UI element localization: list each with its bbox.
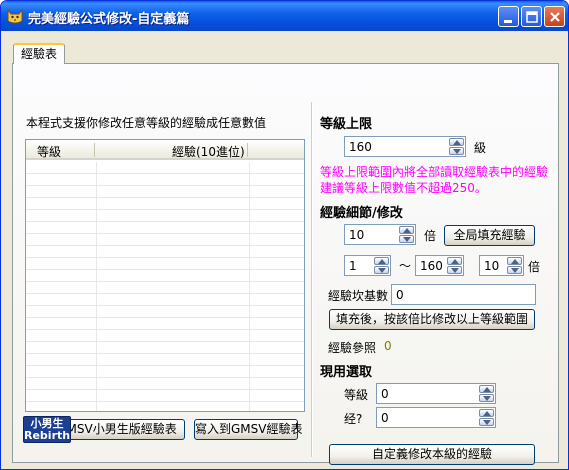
app-cat-icon [7,8,23,24]
arrow-down-icon [403,237,411,242]
client-area: 經驗表 本程式支援你修改任意等級的經驗成任意數值 等級 經驗(10進位) 檢視G… [4,31,565,467]
maximize-button[interactable] [521,6,542,27]
current-level-value: 0 [381,387,389,401]
spin-up-button[interactable] [374,257,389,265]
exp-ref-value: 0 [384,339,392,353]
exp-table[interactable]: 等級 經驗(10進位) [25,139,305,412]
range-multiplier-stepper[interactable]: 10 [479,255,524,276]
grid-line [96,162,97,411]
tab-panel: 本程式支援你修改任意等級的經驗成任意數值 等級 經驗(10進位) 檢視GMSV小… [12,63,559,465]
close-icon [550,12,560,22]
arrow-up-icon [483,387,491,392]
level-limit-heading: 等級上限 [320,117,373,132]
current-exp-stepper[interactable]: 0 [376,407,496,428]
spin-up-button[interactable] [479,385,494,393]
spin-down-button[interactable] [449,147,464,155]
spinner[interactable] [374,257,389,274]
spinner[interactable] [447,257,462,274]
arrow-up-icon [483,411,491,416]
spin-up-button[interactable] [399,226,414,234]
range-to-stepper[interactable]: 160 [415,255,464,276]
spin-up-button[interactable] [479,409,494,417]
multiplier-value: 10 [349,228,365,242]
spin-down-button[interactable] [399,235,414,243]
arrow-down-icon [511,268,519,273]
spinner[interactable] [479,409,494,426]
arrow-down-icon [378,268,386,273]
spin-down-button[interactable] [479,394,494,402]
column-header-exp[interactable]: 經驗(10進位) [172,143,245,160]
arrow-up-icon [453,140,461,145]
exp-table-header: 等級 經驗(10進位) [26,140,304,160]
description-text: 本程式支援你修改任意等級的經驗成任意數值 [26,116,267,130]
range-unit-label: 倍 [528,260,541,274]
maximize-icon [526,11,538,23]
range-from-stepper[interactable]: 1 [344,255,391,276]
logo-line-2: Rebirth [24,429,71,442]
arrow-down-icon [453,149,461,154]
level-limit-stepper[interactable]: 160 [344,136,466,157]
range-separator: ～ [399,259,412,273]
arrow-up-icon [378,259,386,264]
level-limit-note: 等級上限範圍內將全部讀取經驗表中的經驗 [320,165,549,179]
arrow-down-icon [451,268,459,273]
level-unit-label: 級 [474,141,487,155]
panel-divider [311,102,313,457]
title-bar[interactable]: 完美經驗公式修改-自定義篇 [1,1,568,31]
write-exp-table-button[interactable]: 寫入到GMSV經驗表 [194,419,302,440]
exp-base-label: 經驗坎基數 [328,289,389,303]
spin-down-button[interactable] [507,266,522,274]
current-level-label: 等級 [344,388,369,402]
arrow-up-icon [511,259,519,264]
range-to-value: 160 [420,259,443,273]
exp-base-value: 0 [396,288,404,302]
column-divider[interactable] [247,143,248,157]
spinner[interactable] [507,257,522,274]
window-title: 完美經驗公式修改-自定義篇 [28,12,190,27]
spin-down-button[interactable] [479,418,494,426]
current-level-stepper[interactable]: 0 [376,383,496,404]
level-limit-value: 160 [349,140,372,154]
current-exp-label: 经? [344,412,363,426]
tab-exp-table[interactable]: 經驗表 [13,43,65,64]
arrow-down-icon [483,420,491,425]
current-exp-value: 0 [381,411,389,425]
close-button[interactable] [544,6,565,27]
multiplier-stepper[interactable]: 10 [344,224,416,245]
range-multiplier-value: 10 [484,259,500,273]
arrow-up-icon [403,228,411,233]
minimize-button[interactable] [498,6,519,27]
grid-line [249,162,250,411]
app-window: 完美經驗公式修改-自定義篇 經驗表 本程式支援你修改任意等級的經驗成任意數值 等… [0,0,569,470]
rebirth-logo: 小男生 Rebirth [23,416,71,443]
custom-modify-exp-button[interactable]: 自定義修改本級的經驗 [329,444,535,465]
exp-modify-heading: 經驗細節/修改 [320,206,403,221]
range-from-value: 1 [349,259,357,273]
fill-all-exp-button[interactable]: 全局填充經驗 [444,225,535,246]
spin-up-button[interactable] [449,138,464,146]
column-divider[interactable] [94,143,95,157]
current-selection-heading: 現用選取 [320,365,373,380]
spin-up-button[interactable] [447,257,462,265]
column-header-level[interactable]: 等級 [37,143,61,160]
spinner[interactable] [479,385,494,402]
fill-range-button[interactable]: 填充後，按該倍比修改以上等級範圍 [329,309,535,330]
minimize-icon [504,20,512,23]
multiplier-unit-label: 倍 [424,229,437,243]
spin-down-button[interactable] [374,266,389,274]
spin-up-button[interactable] [507,257,522,265]
arrow-up-icon [451,259,459,264]
level-limit-note: 建議等級上限數值不超過250。 [320,181,487,195]
spinner[interactable] [399,226,414,243]
arrow-down-icon [483,396,491,401]
spinner[interactable] [449,138,464,155]
exp-ref-label: 經驗參照 [328,341,377,355]
exp-base-input[interactable]: 0 [391,284,536,305]
spin-down-button[interactable] [447,266,462,274]
exp-table-rows [26,162,304,411]
